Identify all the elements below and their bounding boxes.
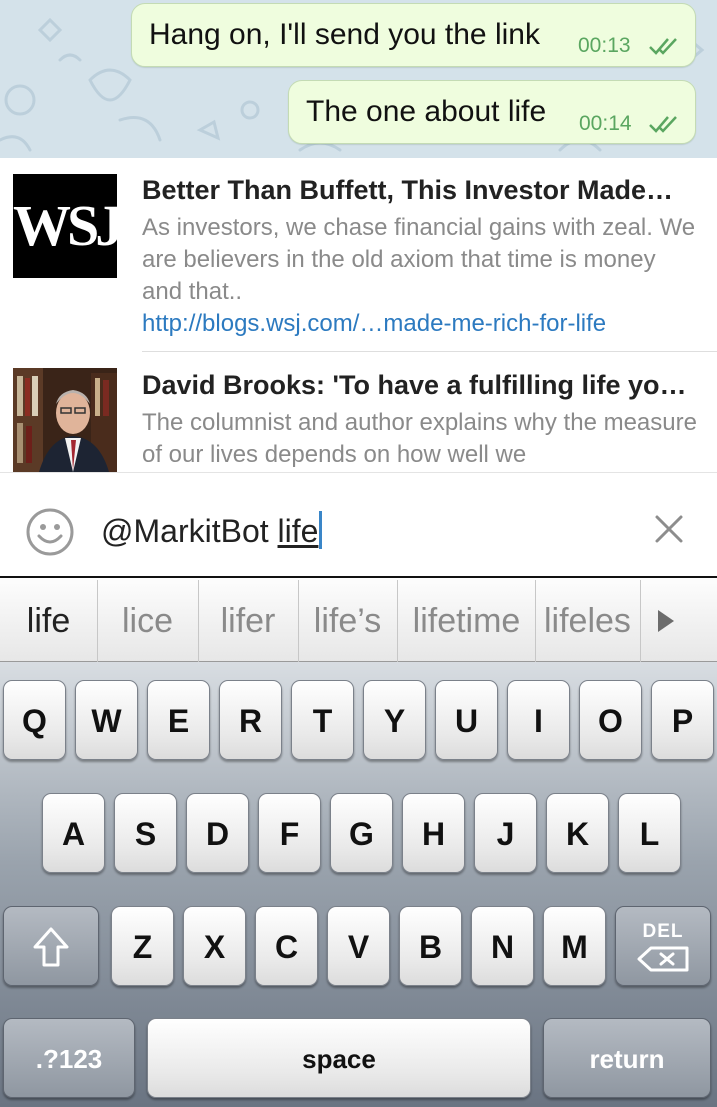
key-u[interactable]: U bbox=[435, 680, 498, 760]
key-l[interactable]: L bbox=[618, 793, 681, 873]
key-o[interactable]: O bbox=[579, 680, 642, 760]
suggestion-item[interactable]: life’s bbox=[299, 578, 396, 664]
shift-icon bbox=[33, 927, 69, 967]
clear-icon[interactable] bbox=[652, 512, 686, 546]
message-composer: @MarkitBot life bbox=[0, 472, 717, 576]
key-n[interactable]: N bbox=[471, 906, 534, 986]
space-key[interactable]: space bbox=[147, 1018, 531, 1098]
inline-results-list[interactable]: WSJ Better Than Buffett, This Investor M… bbox=[0, 158, 717, 472]
key-m[interactable]: M bbox=[543, 906, 606, 986]
message-text: Hang on, I'll send you the link bbox=[149, 18, 540, 51]
message-text: The one about life bbox=[306, 95, 547, 128]
message-time: 00:14 bbox=[579, 112, 632, 135]
key-i[interactable]: I bbox=[507, 680, 570, 760]
key-h[interactable]: H bbox=[402, 793, 465, 873]
result-thumbnail: WSJ bbox=[13, 174, 117, 278]
suggestion-item[interactable]: lice bbox=[98, 578, 197, 664]
suggestion-divider bbox=[640, 580, 641, 662]
soft-keyboard: Q W E R T Y U I O P A S D F G H J K L Z … bbox=[0, 662, 717, 1107]
double-check-icon bbox=[649, 38, 677, 55]
key-s[interactable]: S bbox=[114, 793, 177, 873]
message-time: 00:13 bbox=[578, 34, 631, 57]
suggestion-strip: life lice lifer life’s lifetime lifeles bbox=[0, 576, 717, 662]
result-item[interactable]: WSJ Better Than Buffett, This Investor M… bbox=[0, 158, 717, 353]
key-j[interactable]: J bbox=[474, 793, 537, 873]
result-title: Better Than Buffett, This Investor Made… bbox=[142, 175, 674, 205]
key-a[interactable]: A bbox=[42, 793, 105, 873]
key-z[interactable]: Z bbox=[111, 906, 174, 986]
double-check-icon bbox=[649, 116, 677, 133]
mention-text: @MarkitBot bbox=[101, 513, 269, 549]
backspace-icon bbox=[637, 946, 689, 972]
result-description: As investors, we chase financial gains w… bbox=[142, 214, 696, 305]
result-link[interactable]: http://blogs.wsj.com/…made-me-rich-for-l… bbox=[142, 310, 702, 338]
text-caret bbox=[319, 511, 323, 549]
key-w[interactable]: W bbox=[75, 680, 138, 760]
result-item[interactable]: David Brooks: 'To have a fulfilling life… bbox=[0, 353, 717, 472]
query-text: life bbox=[277, 513, 319, 549]
key-k[interactable]: K bbox=[546, 793, 609, 873]
key-p[interactable]: P bbox=[651, 680, 714, 760]
key-d[interactable]: D bbox=[186, 793, 249, 873]
suggestion-item[interactable]: lifeles bbox=[536, 578, 640, 664]
key-g[interactable]: G bbox=[330, 793, 393, 873]
key-r[interactable]: R bbox=[219, 680, 282, 760]
key-y[interactable]: Y bbox=[363, 680, 426, 760]
suggestion-item[interactable]: lifetime bbox=[398, 578, 535, 664]
key-c[interactable]: C bbox=[255, 906, 318, 986]
chat-history[interactable]: Hang on, I'll send you the link 00:13 Th… bbox=[0, 0, 717, 158]
key-x[interactable]: X bbox=[183, 906, 246, 986]
key-v[interactable]: V bbox=[327, 906, 390, 986]
key-e[interactable]: E bbox=[147, 680, 210, 760]
result-divider bbox=[142, 351, 717, 352]
result-description: The columnist and author explains why th… bbox=[142, 409, 697, 468]
key-t[interactable]: T bbox=[291, 680, 354, 760]
delete-key[interactable]: DEL bbox=[615, 906, 711, 986]
numbers-key[interactable]: .?123 bbox=[3, 1018, 135, 1098]
message-input[interactable]: @MarkitBot life bbox=[101, 511, 323, 550]
more-suggestions-arrow-icon[interactable] bbox=[650, 606, 680, 636]
suggestion-item[interactable]: life bbox=[0, 578, 97, 664]
message-bubble[interactable]: The one about life 00:14 bbox=[288, 80, 696, 144]
delete-key-label: DEL bbox=[642, 921, 684, 942]
return-key[interactable]: return bbox=[543, 1018, 711, 1098]
key-b[interactable]: B bbox=[399, 906, 462, 986]
result-thumbnail bbox=[13, 368, 117, 472]
shift-key[interactable] bbox=[3, 906, 99, 986]
key-q[interactable]: Q bbox=[3, 680, 66, 760]
result-title: David Brooks: 'To have a fulfilling life… bbox=[142, 370, 687, 400]
message-bubble[interactable]: Hang on, I'll send you the link 00:13 bbox=[131, 3, 696, 67]
emoji-icon[interactable] bbox=[25, 507, 75, 557]
suggestion-item[interactable]: lifer bbox=[199, 578, 297, 664]
key-f[interactable]: F bbox=[258, 793, 321, 873]
